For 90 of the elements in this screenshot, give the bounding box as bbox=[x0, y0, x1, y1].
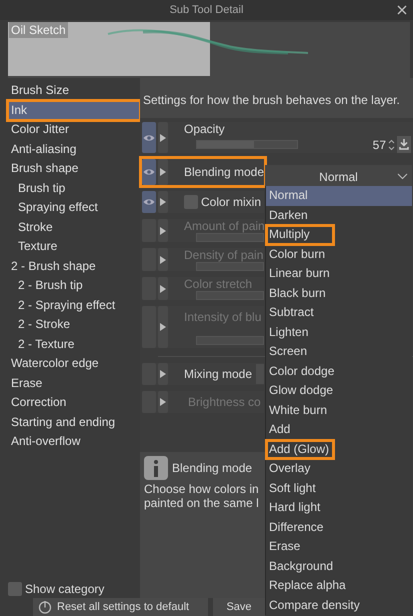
menu-item[interactable]: Replace alpha bbox=[266, 576, 412, 596]
menu-item[interactable]: Black burn bbox=[266, 284, 412, 303]
setting-label: Amount of pain bbox=[184, 219, 265, 233]
help-text: Choose how colors in painted on the same l bbox=[144, 482, 260, 510]
brush-name-label: Oil Sketch bbox=[9, 22, 68, 38]
sidebar-item[interactable]: Starting and ending bbox=[8, 412, 140, 432]
sidebar-item[interactable]: 2 - Spraying effect bbox=[8, 296, 140, 315]
sidebar-item[interactable]: Correction bbox=[8, 393, 140, 412]
close-button[interactable] bbox=[396, 4, 408, 16]
setting-label: Opacity bbox=[184, 122, 225, 136]
menu-item[interactable]: Overlay bbox=[266, 459, 412, 478]
menu-item[interactable]: Multiply bbox=[266, 225, 334, 244]
menu-item[interactable]: Screen bbox=[266, 342, 412, 362]
spinner-icon bbox=[388, 138, 395, 150]
sidebar-item[interactable]: 2 - Brush tip bbox=[8, 276, 140, 296]
triangle-icon bbox=[160, 198, 166, 206]
menu-item[interactable]: Difference bbox=[266, 518, 412, 537]
download-button[interactable] bbox=[397, 136, 411, 153]
checkbox[interactable] bbox=[184, 195, 198, 209]
menu-item[interactable]: Lighten bbox=[266, 322, 412, 342]
eye-icon bbox=[143, 198, 155, 206]
help-title: Blending mode bbox=[172, 461, 252, 475]
setting-label: Intensity of blu bbox=[184, 310, 262, 324]
triangle-icon bbox=[160, 284, 166, 292]
sidebar-item[interactable]: Stroke bbox=[8, 218, 140, 237]
sidebar-item[interactable]: Color Jitter bbox=[8, 120, 140, 140]
value-text: 57 bbox=[372, 138, 386, 152]
close-icon bbox=[397, 5, 407, 15]
sidebar-item[interactable]: 2 - Texture bbox=[8, 334, 140, 354]
sidebar-item[interactable]: 2 - Stroke bbox=[8, 315, 140, 334]
blend-mode-dropdown[interactable]: Normal bbox=[265, 165, 412, 188]
setting-label: Density of pain bbox=[184, 248, 264, 262]
checkbox-label: Show category bbox=[25, 582, 104, 596]
triangle-icon bbox=[160, 256, 166, 264]
download-icon bbox=[399, 139, 409, 150]
checkbox-label: Color mixin bbox=[201, 195, 262, 209]
sidebar-item[interactable]: Spraying effect bbox=[8, 198, 140, 218]
menu-item[interactable]: Normal bbox=[266, 186, 412, 206]
setting-label: Mixing mode bbox=[184, 367, 252, 381]
menu-item[interactable]: Background bbox=[266, 556, 412, 576]
menu-item[interactable]: Subtract bbox=[266, 303, 412, 322]
reset-button[interactable]: Reset all settings to default bbox=[33, 598, 208, 616]
window-title: Sub Tool Detail bbox=[170, 4, 244, 16]
menu-item[interactable]: Darken bbox=[266, 206, 412, 225]
save-button[interactable]: Save bbox=[213, 598, 265, 616]
triangle-icon bbox=[160, 370, 166, 378]
menu-item[interactable]: White burn bbox=[266, 400, 412, 420]
description-text: Settings for how the brush behaves on the layer. bbox=[140, 78, 413, 118]
sidebar-item[interactable]: Brush shape bbox=[8, 159, 140, 178]
sidebar-item[interactable]: Anti-overflow bbox=[8, 432, 140, 452]
eye-icon bbox=[143, 168, 155, 176]
menu-item[interactable]: Color burn bbox=[266, 244, 412, 264]
timer-icon bbox=[38, 600, 52, 614]
menu-item[interactable]: Hard light bbox=[266, 498, 412, 518]
setting-label: Brightness co bbox=[187, 395, 261, 409]
visibility-toggle[interactable] bbox=[142, 159, 156, 185]
visibility-toggle[interactable] bbox=[142, 122, 156, 153]
expand-button[interactable] bbox=[158, 159, 168, 185]
eye-icon bbox=[143, 134, 155, 142]
menu-item[interactable]: Add bbox=[266, 420, 412, 440]
sidebar-item[interactable]: Ink bbox=[8, 100, 140, 120]
info-icon bbox=[144, 456, 168, 480]
sidebar-item[interactable]: Brush Size bbox=[8, 81, 140, 100]
sidebar-item[interactable]: Erase bbox=[8, 374, 140, 393]
expand-button[interactable] bbox=[158, 191, 168, 213]
triangle-icon bbox=[160, 323, 166, 331]
triangle-icon bbox=[160, 398, 166, 406]
menu-item[interactable]: Erase bbox=[266, 537, 412, 556]
slider-track[interactable] bbox=[196, 140, 298, 149]
checkbox[interactable] bbox=[8, 582, 22, 596]
sidebar-item[interactable]: Anti-aliasing bbox=[8, 140, 140, 159]
menu-item[interactable]: Add (Glow) bbox=[266, 440, 334, 459]
chevron-down-icon bbox=[397, 173, 408, 180]
expand-button[interactable] bbox=[158, 122, 168, 153]
setting-label: Blending mode bbox=[184, 165, 264, 179]
triangle-icon bbox=[160, 226, 166, 234]
menu-item[interactable]: Glow dodge bbox=[266, 381, 412, 400]
menu-item[interactable]: Compare density bbox=[266, 596, 412, 615]
sidebar-item[interactable]: Watercolor edge bbox=[8, 354, 140, 374]
triangle-icon bbox=[160, 134, 166, 142]
expand-button[interactable] bbox=[158, 363, 168, 385]
menu-item[interactable]: Color dodge bbox=[266, 362, 412, 381]
sidebar-item[interactable]: 2 - Brush shape bbox=[8, 256, 140, 276]
visibility-toggle[interactable] bbox=[142, 191, 156, 213]
menu-item[interactable]: Linear burn bbox=[266, 264, 412, 284]
sidebar-item[interactable]: Brush tip bbox=[8, 178, 140, 198]
triangle-icon bbox=[160, 168, 166, 176]
sidebar-item[interactable]: Texture bbox=[8, 237, 140, 256]
menu-item[interactable]: Soft light bbox=[266, 478, 412, 498]
setting-label: Color stretch bbox=[184, 277, 252, 291]
